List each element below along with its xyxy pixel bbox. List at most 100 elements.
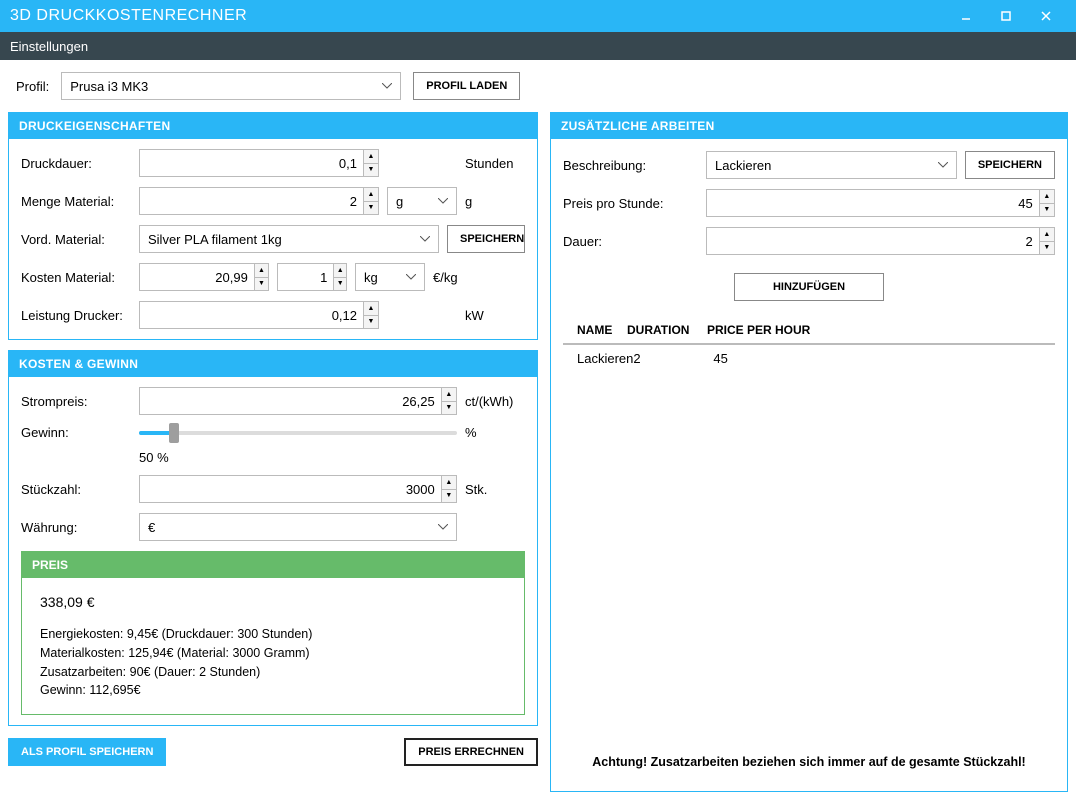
price-per-hour-input[interactable] xyxy=(707,190,1039,216)
spin-up-icon[interactable]: ▲ xyxy=(442,388,456,402)
th-duration[interactable]: DURATION xyxy=(627,323,707,337)
slider-thumb[interactable] xyxy=(169,423,179,443)
profit-slider[interactable] xyxy=(139,431,457,435)
calculate-price-button[interactable]: PREIS ERRECHNEN xyxy=(404,738,538,766)
preset-material-select[interactable]: Silver PLA filament 1kg xyxy=(139,225,439,253)
duration-input[interactable] xyxy=(140,150,363,176)
extra-save-button[interactable]: SPEICHERN xyxy=(965,151,1055,179)
power-input[interactable] xyxy=(140,302,363,328)
duration-spinner[interactable]: ▲▼ xyxy=(139,149,379,177)
menubar: Einstellungen xyxy=(0,32,1076,60)
spin-down-icon[interactable]: ▼ xyxy=(442,490,456,503)
profile-select[interactable]: Prusa i3 MK3 xyxy=(61,72,401,100)
spin-down-icon[interactable]: ▼ xyxy=(364,316,378,329)
cost-profit-panel: KOSTEN & GEWINN Strompreis: ▲▼ ct/(kWh) … xyxy=(8,350,538,726)
cost-material-unit-select[interactable]: kg xyxy=(355,263,425,291)
extra-duration-label: Dauer: xyxy=(563,234,698,249)
cost-material-spinner[interactable]: ▲▼ xyxy=(139,263,269,291)
left-column: DRUCKEIGENSCHAFTEN Druckdauer: ▲▼ Stunde… xyxy=(8,112,538,792)
qty-unit: Stk. xyxy=(465,482,525,497)
power-label: Leistung Drucker: xyxy=(21,308,131,323)
material-save-button[interactable]: SPEICHERN xyxy=(447,225,525,253)
window-controls xyxy=(946,0,1066,32)
currency-select[interactable]: € xyxy=(139,513,457,541)
material-qty-input[interactable] xyxy=(140,188,363,214)
cost-material-per-input[interactable] xyxy=(278,264,333,290)
spin-up-icon[interactable]: ▲ xyxy=(255,264,268,278)
extra-duration-input[interactable] xyxy=(707,228,1039,254)
minimize-button[interactable] xyxy=(946,0,986,32)
price-extra-line: Zusatzarbeiten: 90€ (Dauer: 2 Stunden) xyxy=(40,663,506,682)
qty-label: Stückzahl: xyxy=(21,482,131,497)
maximize-button[interactable] xyxy=(986,0,1026,32)
profit-percent-value: 50 % xyxy=(139,450,169,465)
power-spinner[interactable]: ▲▼ xyxy=(139,301,379,329)
spin-up-icon[interactable]: ▲ xyxy=(364,150,378,164)
extra-work-panel: ZUSÄTZLICHE ARBEITEN Beschreibung: Lacki… xyxy=(550,112,1068,792)
profile-row: Profil: Prusa i3 MK3 PROFIL LADEN xyxy=(8,68,1068,104)
spin-down-icon[interactable]: ▼ xyxy=(255,278,268,291)
print-properties-header: DRUCKEIGENSCHAFTEN xyxy=(9,113,537,139)
extra-duration-spinner[interactable]: ▲▼ xyxy=(706,227,1055,255)
spin-down-icon[interactable]: ▼ xyxy=(442,402,456,415)
td-name: Lackieren xyxy=(567,351,633,366)
elec-input[interactable] xyxy=(140,388,441,414)
columns: DRUCKEIGENSCHAFTEN Druckdauer: ▲▼ Stunde… xyxy=(8,112,1068,792)
material-qty-unit-select[interactable]: g xyxy=(387,187,457,215)
elec-label: Strompreis: xyxy=(21,394,131,409)
print-properties-panel: DRUCKEIGENSCHAFTEN Druckdauer: ▲▼ Stunde… xyxy=(8,112,538,340)
footer: ALS PROFIL SPEICHERN PREIS ERRECHNEN xyxy=(8,736,538,766)
table-row[interactable]: Lackieren245 xyxy=(563,345,1055,372)
material-qty-unit: g xyxy=(465,194,525,209)
spin-down-icon[interactable]: ▼ xyxy=(364,164,378,177)
spin-up-icon[interactable]: ▲ xyxy=(442,476,456,490)
profile-load-button[interactable]: PROFIL LADEN xyxy=(413,72,520,100)
th-price[interactable]: PRICE PER HOUR xyxy=(707,323,827,337)
spin-down-icon[interactable]: ▼ xyxy=(334,278,346,291)
close-button[interactable] xyxy=(1026,0,1066,32)
qty-input[interactable] xyxy=(140,476,441,502)
qty-spinner[interactable]: ▲▼ xyxy=(139,475,457,503)
profit-unit: % xyxy=(465,425,525,440)
window-title: 3D DRUCKKOSTENRECHNER xyxy=(10,7,946,25)
content: Profil: Prusa i3 MK3 PROFIL LADEN DRUCKE… xyxy=(0,60,1076,800)
add-extra-button[interactable]: HINZUFÜGEN xyxy=(734,273,884,301)
warning-text: Achtung! Zusatzarbeiten beziehen sich im… xyxy=(563,745,1055,779)
extra-work-header: ZUSÄTZLICHE ARBEITEN xyxy=(551,113,1067,139)
duration-label: Druckdauer: xyxy=(21,156,131,171)
price-header: PREIS xyxy=(22,552,524,578)
price-energy-line: Energiekosten: 9,45€ (Druckdauer: 300 St… xyxy=(40,625,506,644)
desc-select[interactable]: Lackieren xyxy=(706,151,957,179)
save-as-profile-button[interactable]: ALS PROFIL SPEICHERN xyxy=(8,738,166,766)
price-profit-line: Gewinn: 112,695€ xyxy=(40,681,506,700)
cost-profit-header: KOSTEN & GEWINN xyxy=(9,351,537,377)
titlebar: 3D DRUCKKOSTENRECHNER xyxy=(0,0,1076,32)
power-unit: kW xyxy=(465,308,525,323)
material-qty-spinner[interactable]: ▲▼ xyxy=(139,187,379,215)
profile-label: Profil: xyxy=(16,79,49,94)
cost-material-input[interactable] xyxy=(140,264,254,290)
spin-up-icon[interactable]: ▲ xyxy=(364,188,378,202)
elec-unit: ct/(kWh) xyxy=(465,394,525,409)
td-duration: 2 xyxy=(633,351,713,366)
right-column: ZUSÄTZLICHE ARBEITEN Beschreibung: Lacki… xyxy=(550,112,1068,792)
preset-material-label: Vord. Material: xyxy=(21,232,131,247)
extra-work-table: NAME DURATION PRICE PER HOUR Lackieren24… xyxy=(563,317,1055,372)
spin-down-icon[interactable]: ▼ xyxy=(1040,242,1054,255)
spin-up-icon[interactable]: ▲ xyxy=(364,302,378,316)
spin-down-icon[interactable]: ▼ xyxy=(1040,204,1054,217)
cost-material-per-spinner[interactable]: ▲▼ xyxy=(277,263,347,291)
cost-material-unit: €/kg xyxy=(433,270,493,285)
menu-settings[interactable]: Einstellungen xyxy=(10,39,88,54)
profit-label: Gewinn: xyxy=(21,425,131,440)
spin-up-icon[interactable]: ▲ xyxy=(1040,228,1054,242)
spin-down-icon[interactable]: ▼ xyxy=(364,202,378,215)
spin-up-icon[interactable]: ▲ xyxy=(334,264,346,278)
elec-spinner[interactable]: ▲▼ xyxy=(139,387,457,415)
spin-up-icon[interactable]: ▲ xyxy=(1040,190,1054,204)
price-per-hour-spinner[interactable]: ▲▼ xyxy=(706,189,1055,217)
th-name[interactable]: NAME xyxy=(567,323,627,337)
duration-unit: Stunden xyxy=(465,156,525,171)
price-per-hour-label: Preis pro Stunde: xyxy=(563,196,698,211)
price-panel: PREIS 338,09 € Energiekosten: 9,45€ (Dru… xyxy=(21,551,525,715)
